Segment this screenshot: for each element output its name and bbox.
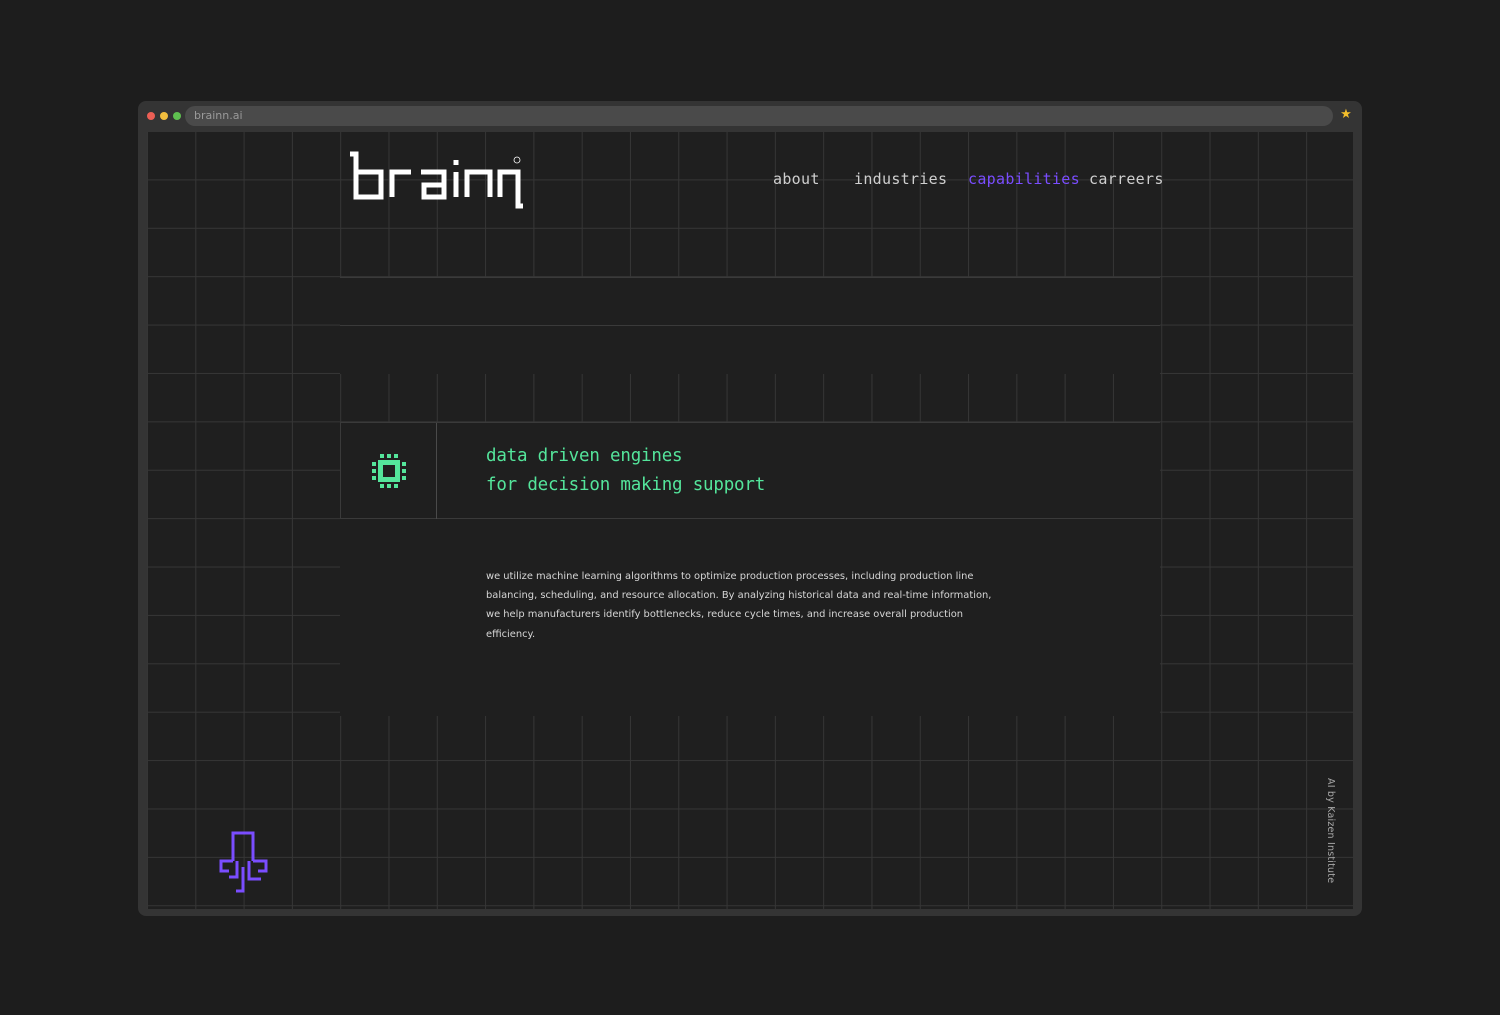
capability-header: data driven engines for decision making …	[340, 422, 1160, 519]
credit-text: AI by Kaizen Institute	[1325, 778, 1336, 884]
minimize-window-button[interactable]	[160, 112, 168, 120]
page-viewport: brainn ® about industries capabilities c…	[147, 132, 1353, 909]
nav-item-carreers[interactable]: carreers	[1089, 170, 1164, 188]
banner-divider	[340, 325, 1160, 326]
close-window-button[interactable]	[147, 112, 155, 120]
headline-line-1: data driven engines	[486, 446, 683, 466]
maximize-window-button[interactable]	[173, 112, 181, 120]
browser-titlebar: brainn.ai ★	[138, 101, 1362, 132]
headline-line-2: for decision making support	[486, 475, 766, 495]
capability-icon-cell	[340, 423, 437, 519]
capability-body: we utilize machine learning algorithms t…	[340, 519, 1160, 716]
hero-banner	[340, 277, 1160, 374]
chip-icon	[372, 454, 406, 488]
nav-item-industries[interactable]: industries	[854, 170, 947, 188]
star-icon[interactable]: ★	[1339, 108, 1353, 122]
main-nav: about industries capabilities carreers	[147, 170, 1353, 190]
octopus-icon	[219, 831, 268, 893]
nav-item-about[interactable]: about	[773, 170, 820, 188]
browser-window: brainn.ai ★ brainn ®	[138, 101, 1362, 916]
capability-headline: data driven engines for decision making …	[486, 442, 765, 500]
address-bar[interactable]: brainn.ai	[185, 106, 1333, 126]
url-text: brainn.ai	[194, 109, 243, 122]
capability-description: we utilize machine learning algorithms t…	[486, 571, 992, 640]
nav-item-capabilities[interactable]: capabilities	[968, 170, 1080, 188]
